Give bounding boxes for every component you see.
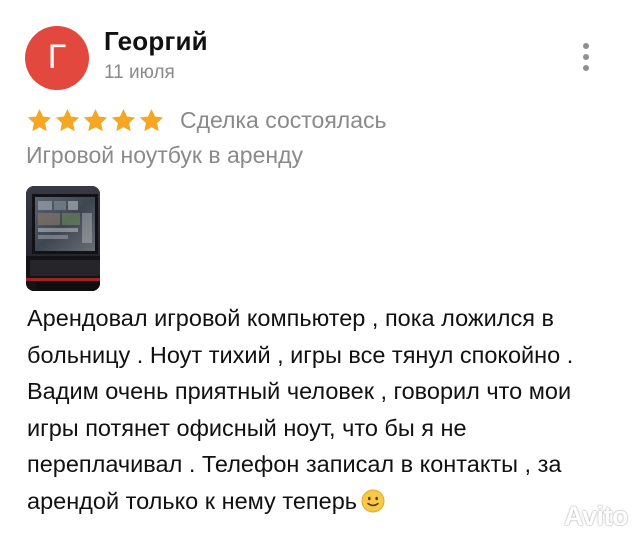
avito-logo-icon [534, 505, 559, 528]
review-text: Арендовал игровой компьютер , пока ложил… [27, 300, 627, 519]
star-icon [111, 108, 136, 131]
star-icon [83, 108, 108, 131]
ad-title[interactable]: Игровой ноутбук в аренду [26, 142, 303, 169]
avatar-initial: Г [47, 38, 67, 76]
watermark-label: Avito [564, 500, 629, 531]
more-dot [583, 43, 589, 49]
more-dot [583, 65, 589, 71]
review-body: Арендовал игровой компьютер , пока ложил… [27, 305, 574, 514]
deal-status: Сделка состоялась [180, 106, 387, 133]
laptop-photo-image [26, 186, 100, 291]
more-vertical-icon[interactable] [572, 40, 600, 74]
avatar[interactable]: Г [25, 26, 89, 90]
star-icon [27, 108, 52, 131]
author-name[interactable]: Георгий [104, 26, 208, 57]
rating-row: Сделка состоялась [26, 104, 387, 136]
star-icon [139, 108, 164, 131]
more-dot [583, 54, 589, 60]
rating-stars [26, 107, 166, 134]
star-icon [55, 108, 80, 131]
review-date: 11 июля [104, 62, 175, 83]
slightly-smiling-face-icon [361, 489, 385, 512]
avito-watermark: Avito [534, 500, 629, 532]
review-photo[interactable] [26, 186, 100, 291]
